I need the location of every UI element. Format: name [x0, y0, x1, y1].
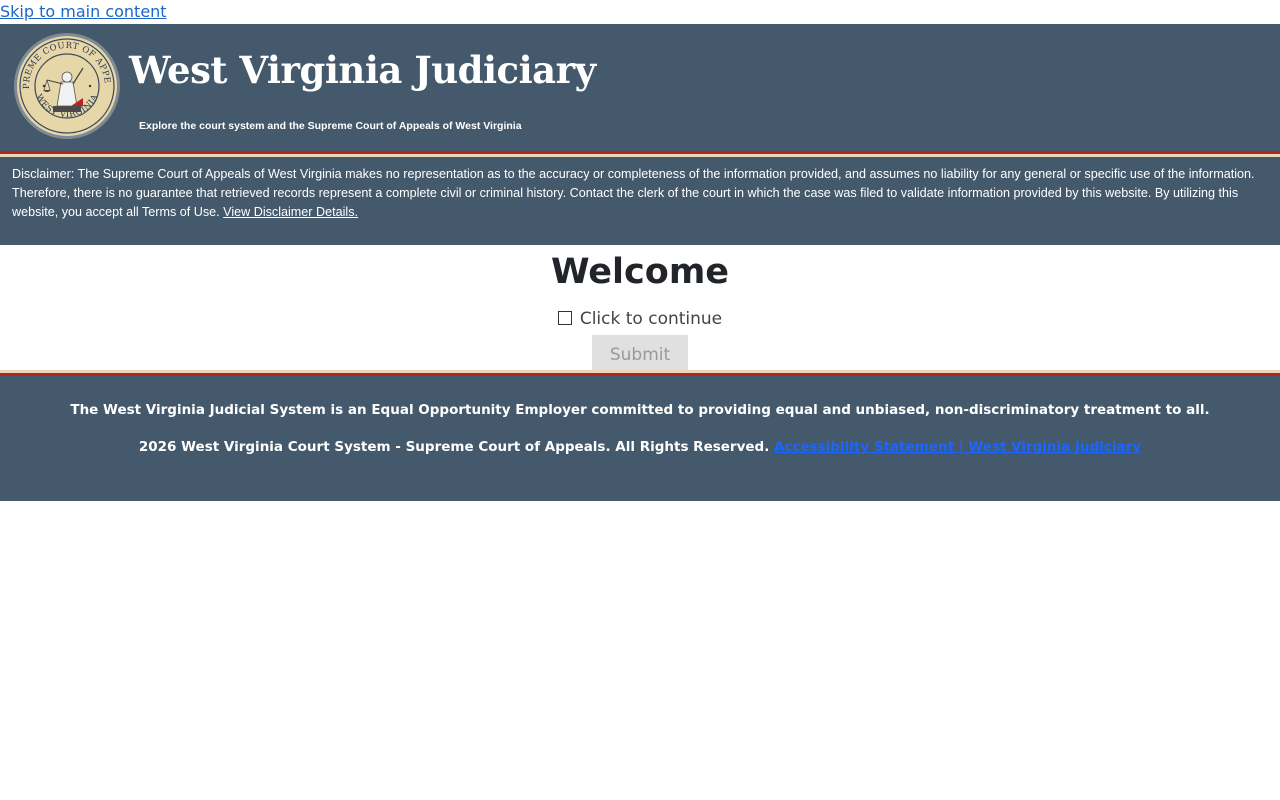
site-footer: The West Virginia Judicial System is an … [0, 376, 1280, 501]
continue-checkbox[interactable] [557, 311, 572, 325]
site-header: SUPREME COURT OF APPEALS WEST VIRGINIA W… [0, 24, 1280, 151]
disclaimer-text: Disclaimer: The Supreme Court of Appeals… [12, 167, 1255, 219]
site-title[interactable]: West Virginia Judiciary [129, 48, 596, 92]
welcome-heading: Welcome [550, 252, 730, 292]
continue-checkbox-label[interactable]: Click to continue [580, 309, 722, 329]
view-disclaimer-details-link[interactable]: View Disclaimer Details. [223, 205, 358, 219]
main-content: Welcome Click to continue Submit [0, 245, 1280, 370]
accessibility-statement-link[interactable]: Accessibility Statement | West Virginia … [774, 439, 1141, 455]
skip-to-main-link[interactable]: Skip to main content [0, 0, 1280, 24]
copyright-text: 2026 West Virginia Court System - Suprem… [138, 439, 770, 455]
site-subtitle: Explore the court system and the Supreme… [139, 120, 522, 132]
continue-checkbox-row[interactable]: Click to continue [0, 307, 1280, 331]
court-seal-logo[interactable]: SUPREME COURT OF APPEALS WEST VIRGINIA [13, 32, 121, 140]
eeo-statement: The West Virginia Judicial System is an … [70, 402, 1210, 418]
copyright-line: 2026 West Virginia Court System - Suprem… [0, 438, 1280, 456]
submit-button[interactable]: Submit [592, 335, 688, 370]
disclaimer-banner: Disclaimer: The Supreme Court of Appeals… [0, 157, 1280, 245]
